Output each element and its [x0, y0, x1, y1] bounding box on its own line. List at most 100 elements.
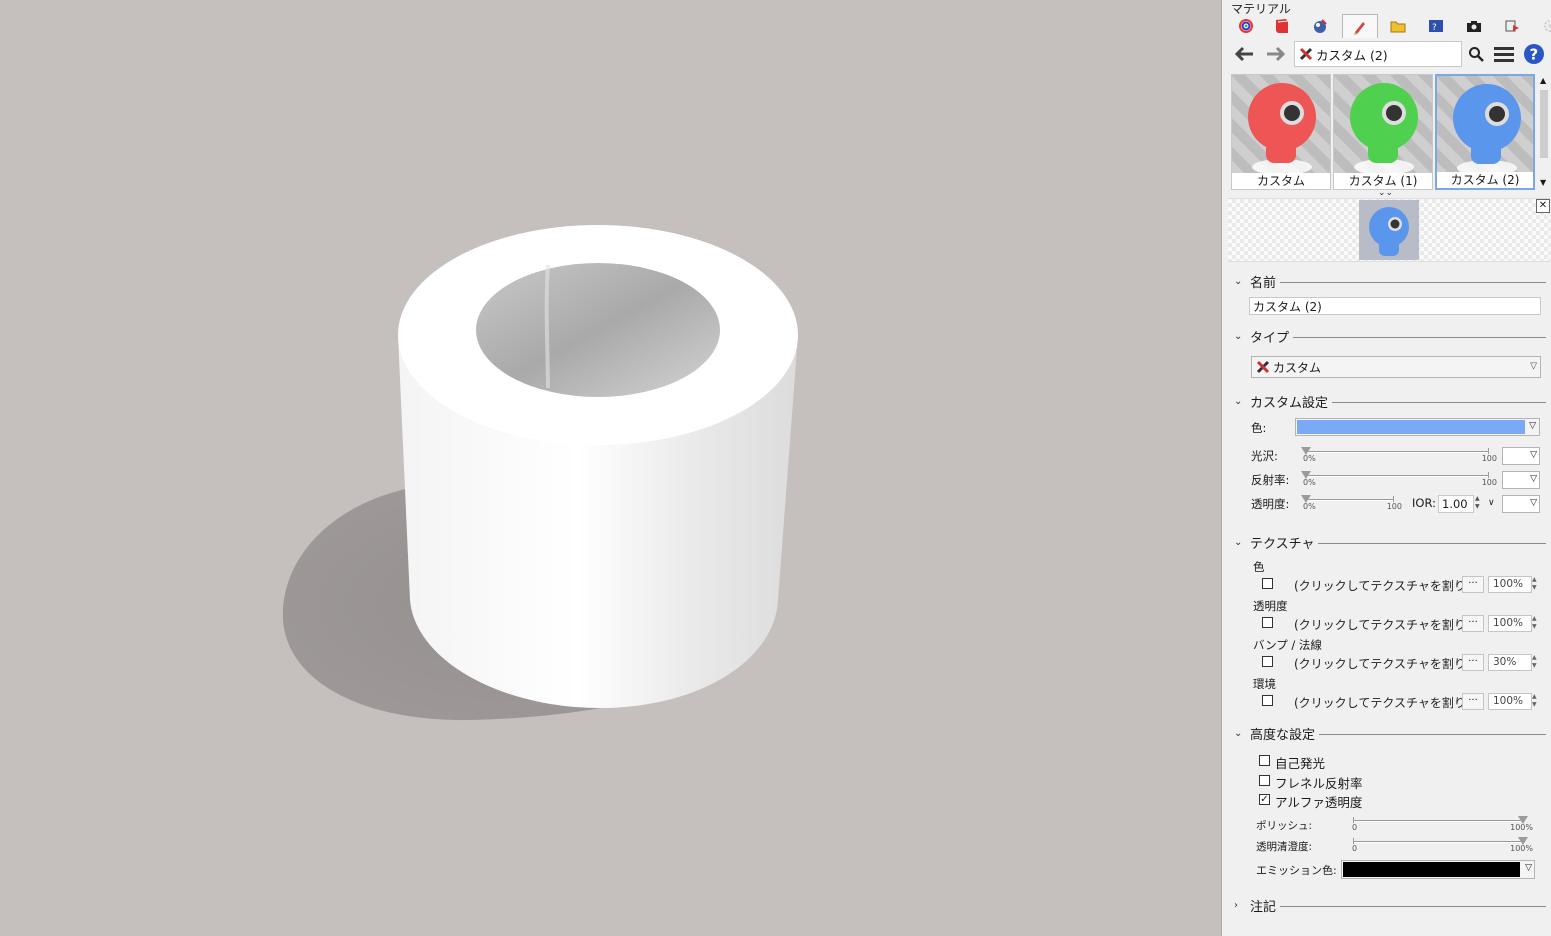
- browse-button[interactable]: ···: [1462, 615, 1484, 632]
- slider-min-label: 0: [1352, 823, 1358, 832]
- strength-spinner[interactable]: ▲ ▼: [1532, 576, 1540, 593]
- tab-open[interactable]: [1380, 14, 1416, 38]
- fresnel-checkbox[interactable]: [1259, 775, 1270, 786]
- color-picker[interactable]: ▽: [1295, 418, 1540, 436]
- self-illumination-checkbox[interactable]: [1259, 755, 1270, 766]
- tab-edit[interactable]: [1342, 14, 1378, 38]
- texture-strength-input[interactable]: 30%: [1488, 654, 1532, 671]
- tab-colors[interactable]: [1228, 14, 1264, 38]
- material-thumb-2[interactable]: カスタム (2): [1435, 74, 1535, 190]
- material-path-field[interactable]: カスタム (2): [1294, 41, 1462, 67]
- chevron-down-icon: ▽: [1525, 863, 1532, 873]
- texture-strength-input[interactable]: 100%: [1488, 693, 1532, 710]
- close-icon[interactable]: ✕: [1536, 199, 1550, 213]
- texture-checkbox[interactable]: [1262, 578, 1273, 589]
- section-texture[interactable]: ⌄ テクスチャ: [1234, 533, 1546, 552]
- section-title: カスタム設定: [1250, 395, 1329, 411]
- scroll-up-icon[interactable]: ▲: [1540, 76, 1546, 85]
- transparency-map-dropdown[interactable]: ▽: [1502, 495, 1540, 513]
- texture-assign-link[interactable]: (クリックしてテクスチャを割り...: [1294, 577, 1477, 594]
- tab-collections[interactable]: [1264, 14, 1300, 38]
- gloss-map-dropdown[interactable]: ▽: [1502, 447, 1540, 465]
- divider: [1293, 336, 1546, 338]
- arrow-left-icon: [1234, 46, 1253, 62]
- divider: [1280, 905, 1546, 907]
- transparency-label: 透明度:: [1251, 497, 1290, 511]
- custom-material-icon: [1256, 360, 1270, 374]
- type-dropdown[interactable]: カスタム ▽: [1251, 356, 1541, 378]
- alpha-transparency-checkbox[interactable]: ✓: [1259, 794, 1270, 805]
- fresnel-label: フレネル反射率: [1275, 776, 1363, 791]
- sphere-preview-icon: [1453, 84, 1521, 176]
- slider-min-label: 0%: [1303, 502, 1316, 511]
- browse-button[interactable]: ···: [1462, 654, 1484, 671]
- tab-style[interactable]: ?: [1418, 14, 1454, 38]
- section-custom-settings[interactable]: ⌄ カスタム設定: [1234, 392, 1546, 411]
- gloss-slider[interactable]: 0% 100: [1301, 447, 1497, 463]
- reflectivity-label: 反射率:: [1251, 473, 1290, 487]
- chevron-down-icon: ⌄: [1234, 330, 1243, 342]
- browse-button[interactable]: ···: [1462, 576, 1484, 593]
- emission-color-picker[interactable]: ▽: [1341, 860, 1535, 879]
- thumbnail-scrollbar[interactable]: ▲ ▼: [1538, 72, 1550, 192]
- texture-strength-input[interactable]: 100%: [1488, 576, 1532, 593]
- texture-label-transparency: 透明度: [1253, 599, 1288, 613]
- back-button[interactable]: [1230, 41, 1258, 67]
- sphere-preview-icon: [1350, 83, 1418, 175]
- section-type[interactable]: ⌄ タイプ: [1234, 327, 1546, 346]
- texture-checkbox[interactable]: [1262, 617, 1273, 628]
- help-icon: ?: [1524, 44, 1544, 64]
- strength-spinner[interactable]: ▲ ▼: [1532, 693, 1540, 710]
- transparency-slider[interactable]: 0% 100: [1301, 495, 1402, 511]
- ior-input[interactable]: 1.00: [1438, 495, 1474, 513]
- expand-chevron-icon[interactable]: ⌄⌄: [1378, 188, 1393, 198]
- tab-shadow[interactable]: [1494, 14, 1530, 38]
- scene: [282, 225, 798, 721]
- texture-assign-link[interactable]: (クリックしてテクスチャを割り...: [1294, 616, 1477, 633]
- chevron-down-icon: ⌄: [1234, 727, 1243, 739]
- section-name[interactable]: ⌄ 名前: [1234, 272, 1546, 291]
- ior-spinner[interactable]: ▲ ▼: [1475, 495, 1480, 511]
- slider-max-label: 100%: [1510, 844, 1533, 853]
- 3d-viewport[interactable]: [0, 0, 1221, 936]
- scroll-thumb[interactable]: [1540, 90, 1548, 158]
- section-advanced[interactable]: ⌄ 高度な設定: [1234, 724, 1546, 743]
- slider-min-label: 0: [1352, 844, 1358, 853]
- slider-max-label: 100: [1386, 502, 1402, 511]
- emission-color-swatch: [1343, 862, 1520, 877]
- gloss-label: 光沢:: [1251, 449, 1278, 463]
- browse-button[interactable]: ···: [1462, 693, 1484, 710]
- scroll-down-icon[interactable]: ▼: [1540, 178, 1546, 187]
- help-button[interactable]: ?: [1520, 41, 1548, 67]
- polish-slider[interactable]: 0 100%: [1352, 816, 1533, 832]
- texture-checkbox[interactable]: [1262, 656, 1273, 667]
- strength-spinner[interactable]: ▲ ▼: [1532, 654, 1540, 671]
- material-thumb-1[interactable]: カスタム (1): [1333, 74, 1433, 190]
- strength-spinner[interactable]: ▲ ▼: [1532, 615, 1540, 632]
- preview-sphere-icon: [1359, 200, 1419, 260]
- texture-strength-input[interactable]: 100%: [1488, 615, 1532, 632]
- menu-button[interactable]: [1490, 41, 1518, 67]
- cube-arrow-icon: [1505, 20, 1519, 32]
- divider: [1280, 281, 1546, 283]
- texture-assign-link[interactable]: (クリックしてテクスチャを割り...: [1294, 694, 1477, 711]
- tab-settings[interactable]: [1532, 14, 1551, 38]
- texture-assign-link[interactable]: (クリックしてテクスチャを割り...: [1294, 655, 1477, 672]
- material-label: カスタム (2): [1437, 172, 1533, 188]
- reflectivity-map-dropdown[interactable]: ▽: [1502, 471, 1540, 489]
- chevron-down-icon: ▽: [1530, 498, 1537, 508]
- section-notes[interactable]: › 注記: [1234, 896, 1546, 915]
- reflectivity-slider[interactable]: 0% 100: [1301, 471, 1497, 487]
- tab-camera[interactable]: [1456, 14, 1492, 38]
- texture-checkbox[interactable]: [1262, 695, 1273, 706]
- forward-button[interactable]: [1262, 41, 1290, 67]
- section-title: タイプ: [1250, 330, 1290, 346]
- clarity-slider[interactable]: 0 100%: [1352, 837, 1533, 853]
- material-name-input[interactable]: カスタム (2): [1249, 297, 1541, 315]
- tab-fill[interactable]: [1302, 14, 1338, 38]
- svg-text:?: ?: [1432, 23, 1437, 33]
- chevron-down-icon[interactable]: ∨: [1488, 498, 1495, 508]
- material-thumb-0[interactable]: カスタム: [1231, 74, 1331, 190]
- screen-icon: ?: [1429, 20, 1443, 33]
- search-button[interactable]: [1462, 41, 1490, 67]
